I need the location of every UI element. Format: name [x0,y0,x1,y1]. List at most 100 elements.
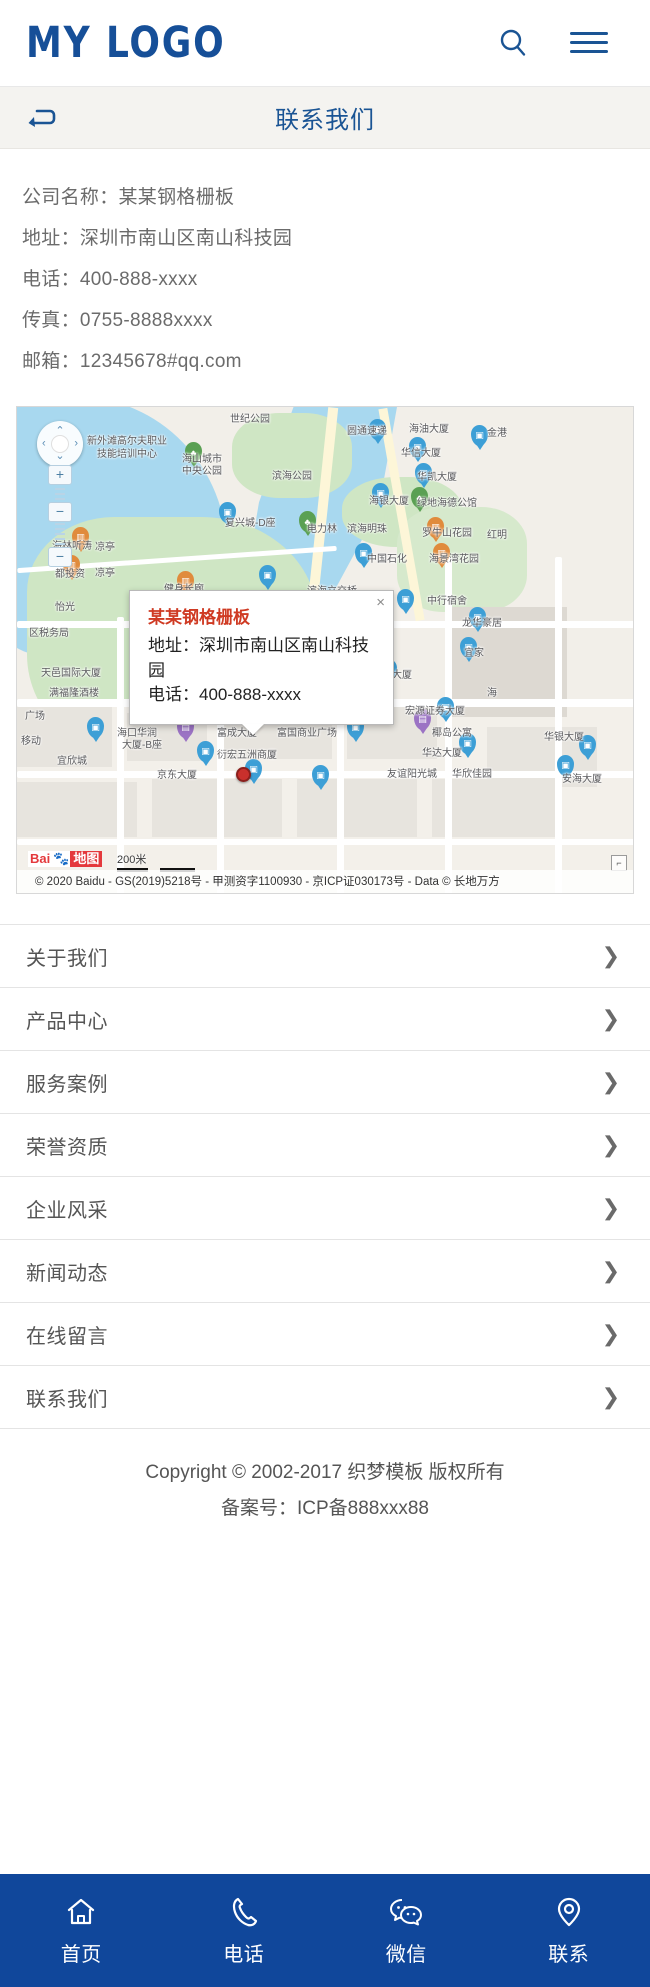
map-place-label: 罗牛山花园 [422,528,472,539]
map-place-label: 技能培训中心 [97,449,157,460]
map-place-label: 中央公园 [182,466,222,477]
nav-item-label: 企业风采 [26,1199,108,1222]
map-place-label: 圆通速递 [347,426,387,437]
map-place-label: 凉亭 [95,568,115,579]
map-poi-marker[interactable]: ▣ [259,565,276,586]
map-place-label: 中国石化 [367,554,407,565]
map-place-label: 红明 [487,530,507,541]
pan-center-knob[interactable] [51,435,69,453]
site-header: MY LOGO [0,0,650,87]
nav-item-6[interactable]: 新闻动态 ❯ [0,1240,650,1303]
info-window-address: 地址：深圳市南山区南山科技园 [148,636,369,680]
map-place-label: 滨海公园 [272,471,312,482]
bottom-navigation-bar: 首页 电话 微信 联系 [0,1874,650,1987]
site-footer: Copyright © 2002-2017 织梦模板 版权所有 备案号：ICP备… [0,1429,650,1552]
chevron-right-icon: ❯ [601,1321,620,1346]
map-zoom-out-button[interactable]: − [48,547,72,567]
info-window-close-icon[interactable]: × [376,595,385,610]
map-road [445,557,452,893]
nav-item-4[interactable]: 荣誉资质 ❯ [0,1114,650,1177]
location-pin-icon [552,1895,586,1929]
map-zoom-slider-handle[interactable]: − [48,502,72,522]
map-poi-marker[interactable]: ▣ [397,589,414,610]
map-poi-glyph: ▣ [263,570,272,580]
map-place-label: 世纪公园 [230,414,270,425]
map-poi-marker[interactable]: ▣ [557,755,574,776]
map-place-label: 复兴城-D座 [225,518,276,529]
info-window-phone: 电话：400-888-xxxx [148,685,302,705]
contact-line-company: 公司名称：某某钢格栅板 [22,187,235,208]
map-place-label: 滨海明珠 [347,524,387,535]
nav-item-7[interactable]: 在线留言 ❯ [0,1303,650,1366]
nav-item-label: 荣誉资质 [26,1136,108,1159]
phone-icon [227,1895,261,1929]
map-poi-marker[interactable]: ▣ [197,741,214,762]
map-place-label: 海银大厦 [369,496,409,507]
map-place-label: 富国商业广场 [277,728,337,739]
page-title: 联系我们 [275,107,375,134]
bottom-nav-label: 微信 [385,1943,427,1966]
nav-item-label: 在线留言 [26,1325,108,1348]
map-location-marker[interactable] [236,767,251,782]
back-arrow-icon[interactable] [24,104,60,132]
map-pan-control[interactable]: ⌃ ⌄ ‹ › [37,421,83,467]
map-poi-glyph: ▣ [401,594,410,604]
home-icon [64,1895,98,1929]
map-place-label: 椰岛公寓 [432,728,472,739]
nav-item-label: 新闻动态 [26,1262,108,1285]
header-icon-group [496,26,628,60]
map-poi-glyph: ▣ [475,430,484,440]
search-icon[interactable] [496,26,530,60]
map-poi-marker[interactable]: ▣ [312,765,329,786]
bottom-nav-label: 首页 [60,1943,102,1966]
map-place-label: 广场 [25,711,45,722]
baidu-logo-suffix: 地图 [70,851,103,867]
nav-item-2[interactable]: 产品中心 ❯ [0,988,650,1051]
bottom-nav-item-2[interactable]: 电话 [163,1895,326,1967]
map-compass-icon[interactable]: ⌐ [611,855,627,871]
map-place-label: 海油大厦 [409,424,449,435]
nav-item-8[interactable]: 联系我们 ❯ [0,1366,650,1429]
map-place-label: 凉亭 [95,542,115,553]
map-place-label: 新外滩高尔夫职业 [87,436,167,447]
map-poi-glyph: ▣ [91,722,100,732]
map-poi-marker[interactable]: ▣ [471,425,488,446]
baidu-logo-text: Bai [28,851,53,867]
map-zoom-in-button[interactable]: + [48,465,72,485]
map-place-label: 友谊阳光城 [387,769,437,780]
bottom-nav-item-3[interactable]: 微信 [325,1895,488,1967]
baidu-map-logo[interactable]: Bai 🐾 地图 [28,851,103,867]
map-place-label: 华凯大厦 [417,472,457,483]
map-poi-marker[interactable]: ▣ [87,717,104,738]
map-place-label: 华达大厦 [422,748,462,759]
footer-icp: 备案号：ICP备888xxx88 [220,1498,429,1520]
pan-right-icon[interactable]: › [74,438,78,450]
map-block [297,779,417,837]
nav-item-1[interactable]: 关于我们 ❯ [0,925,650,988]
map-place-label: 大厦-B座 [122,740,162,751]
nav-item-5[interactable]: 企业风采 ❯ [0,1177,650,1240]
pan-left-icon[interactable]: ‹ [42,438,46,450]
map-scale-label: 200米 [117,854,147,866]
map-place-label: 金港 [487,428,507,439]
map-place-label: 满福隆酒楼 [49,688,99,699]
map-info-window[interactable]: × 某某钢格栅板 地址：深圳市南山区南山科技园 电话：400-888-xxxx [129,590,394,726]
bottom-nav-item-1[interactable]: 首页 [0,1895,163,1967]
map-place-label: 龙华豪居 [462,618,502,629]
contact-line-fax: 传真：0755-8888xxxx [22,310,213,331]
map-place-label: 移动 [21,736,41,747]
baidu-map[interactable]: ▣▣▣♣▣▣♣▣♣▥▥▣▥▥▣▥▣▣▣▣▣▣▤▣▤▣▣▣▣▣▣ 世纪公园圆通速递… [16,406,634,894]
map-place-label: 中行宿舍 [427,596,467,607]
map-place-label: 京东大厦 [157,770,197,781]
bottom-nav-item-4[interactable]: 联系 [488,1895,650,1967]
nav-item-3[interactable]: 服务案例 ❯ [0,1051,650,1114]
map-place-label: 绿地海德公馆 [417,498,477,509]
bottom-nav-label: 电话 [223,1943,265,1966]
nav-item-label: 关于我们 [26,947,108,970]
hamburger-menu-icon[interactable] [568,27,610,59]
site-logo[interactable]: MY LOGO [26,21,226,65]
wechat-icon [388,1895,424,1929]
map-road [555,557,562,893]
category-nav-list: 关于我们 ❯ 产品中心 ❯ 服务案例 ❯ 荣誉资质 ❯ 企业风采 ❯ 新闻动态 ❯ 在线留言 ❯ 联系我们 ❯ [0,924,650,1429]
map-place-label: 海景湾花园 [429,554,479,565]
